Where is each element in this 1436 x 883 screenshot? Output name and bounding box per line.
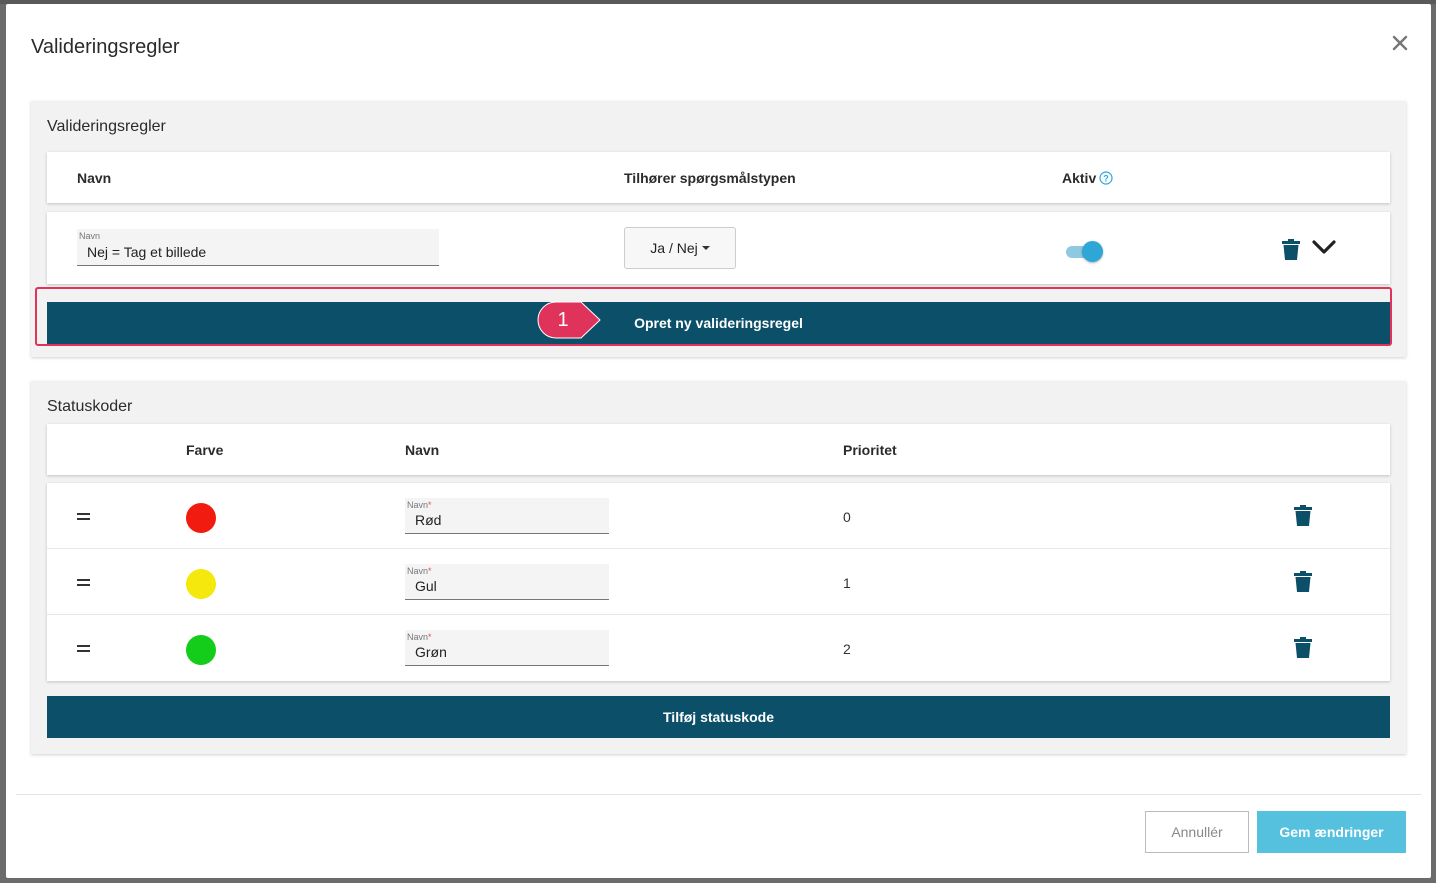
trash-icon	[1294, 636, 1312, 658]
header-name: Navn	[77, 170, 112, 186]
status-name-label: Navn*	[407, 500, 432, 510]
trash-icon	[1282, 238, 1300, 260]
step-callout: 1	[537, 301, 601, 339]
rule-row: Navn Nej = Tag et billede Ja / Nej	[47, 212, 1390, 284]
toggle-knob	[1082, 241, 1103, 262]
delete-status-button[interactable]	[1293, 569, 1313, 593]
close-icon	[1392, 35, 1408, 51]
modal-title: Valideringsregler	[31, 36, 180, 58]
drag-handle-icon[interactable]	[77, 513, 90, 523]
status-panel-title: Statuskoder	[47, 398, 133, 415]
chevron-down-icon	[1312, 240, 1336, 254]
delete-status-button[interactable]	[1293, 503, 1313, 527]
header-color: Farve	[186, 442, 224, 458]
delete-status-button[interactable]	[1293, 635, 1313, 659]
status-table-header: Farve Navn Prioritet	[47, 424, 1390, 475]
question-type-dropdown[interactable]: Ja / Nej	[624, 227, 736, 269]
status-priority: 1	[843, 575, 851, 591]
expand-rule-button[interactable]	[1310, 236, 1338, 258]
status-rows: Navn* Rød 0 Navn* Gul 1 Navn* Grøn 2	[47, 483, 1390, 681]
status-row: Navn* Rød 0	[47, 483, 1390, 549]
trash-icon	[1294, 570, 1312, 592]
status-name-field[interactable]: Navn* Grøn	[405, 630, 609, 666]
svg-text:?: ?	[1103, 174, 1109, 184]
status-color-swatch[interactable]	[186, 635, 216, 665]
callout-number: 1	[557, 309, 569, 331]
status-panel: Statuskoder Farve Navn Prioritet Navn* R…	[31, 381, 1406, 754]
status-priority: 2	[843, 641, 851, 657]
trash-icon	[1294, 504, 1312, 526]
cancel-button[interactable]: Annullér	[1145, 811, 1249, 853]
close-button[interactable]	[1387, 30, 1413, 56]
status-name-value: Rød	[415, 512, 442, 528]
header-active-label: Aktiv	[1062, 170, 1097, 186]
status-name-value: Gul	[415, 578, 437, 594]
highlight-box	[35, 287, 1392, 346]
rules-table-header: Navn Tilhører spørgsmålstypen Aktiv?	[47, 152, 1390, 203]
rule-name-label: Navn	[79, 231, 101, 241]
header-status-name: Navn	[405, 442, 440, 458]
status-name-field[interactable]: Navn* Rød	[405, 498, 609, 534]
question-type-value: Ja / Nej	[650, 240, 698, 256]
rule-name-field[interactable]: Navn Nej = Tag et billede	[77, 229, 439, 266]
rules-panel-title: Valideringsregler	[47, 118, 166, 135]
status-row: Navn* Grøn 2	[47, 615, 1390, 681]
status-name-field[interactable]: Navn* Gul	[405, 564, 609, 600]
save-button[interactable]: Gem ændringer	[1257, 811, 1406, 853]
footer-divider	[16, 794, 1421, 795]
status-name-value: Grøn	[415, 644, 447, 660]
status-color-swatch[interactable]	[186, 569, 216, 599]
rule-name-value: Nej = Tag et billede	[87, 244, 207, 260]
active-toggle[interactable]	[1066, 241, 1103, 263]
header-priority: Prioritet	[843, 442, 897, 458]
status-name-label: Navn*	[407, 566, 432, 576]
add-status-button[interactable]: Tilføj statuskode	[47, 696, 1390, 738]
drag-handle-icon[interactable]	[77, 645, 90, 655]
status-row: Navn* Gul 1	[47, 549, 1390, 615]
caret-down-icon	[701, 246, 710, 250]
header-active: Aktiv?	[1062, 170, 1113, 186]
help-icon[interactable]: ?	[1099, 171, 1113, 185]
status-name-label: Navn*	[407, 632, 432, 642]
header-question-type: Tilhører spørgsmålstypen	[624, 170, 796, 186]
drag-handle-icon[interactable]	[77, 579, 90, 589]
status-color-swatch[interactable]	[186, 503, 216, 533]
validation-rules-modal: Valideringsregler Valideringsregler Navn…	[6, 4, 1431, 878]
delete-rule-button[interactable]	[1280, 237, 1302, 261]
status-priority: 0	[843, 509, 851, 525]
